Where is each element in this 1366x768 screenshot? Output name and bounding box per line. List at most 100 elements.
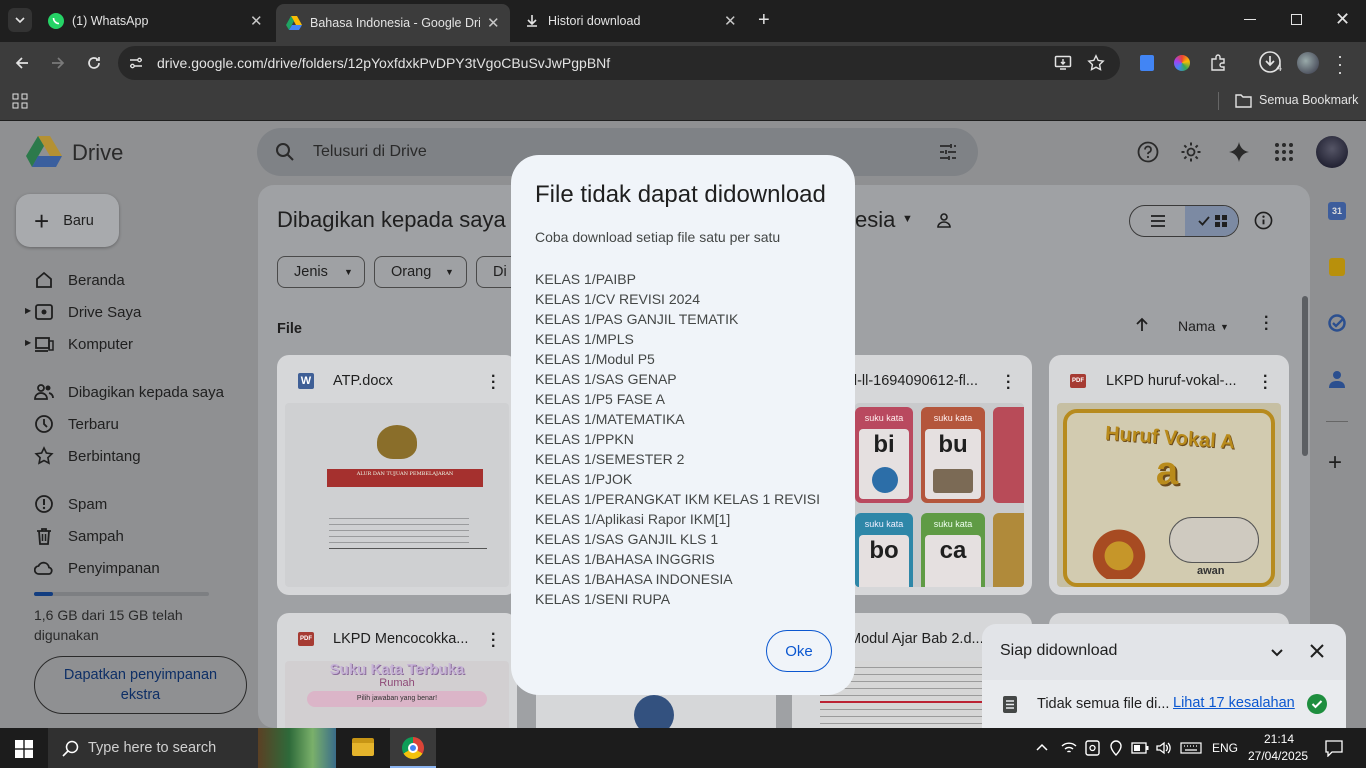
close-tab-icon[interactable]: ✕ bbox=[487, 14, 500, 32]
caret-down-icon[interactable]: ▼ bbox=[1220, 322, 1229, 332]
tasks-app-icon[interactable] bbox=[1328, 314, 1346, 332]
wifi-icon[interactable] bbox=[1061, 740, 1077, 756]
file-card[interactable]: W ATP.docx · · · ALUR DAN TUJUAN PEMBELAJA… bbox=[277, 355, 517, 595]
filter-people-chip[interactable]: Orang ▼ bbox=[374, 256, 467, 288]
file-card[interactable]: PDF LKPD Mencocokka... · · · Suku Kata Ter… bbox=[277, 613, 517, 728]
language-indicator[interactable]: ENG bbox=[1212, 741, 1238, 755]
back-icon[interactable] bbox=[14, 55, 30, 71]
volume-icon[interactable] bbox=[1155, 740, 1171, 756]
nav-recent[interactable]: Terbaru bbox=[34, 412, 119, 436]
settings-gear-icon[interactable] bbox=[1180, 141, 1202, 163]
tab-google-drive[interactable]: Bahasa Indonesia - Google Driv ✕ bbox=[276, 4, 510, 42]
extension-docs-icon[interactable] bbox=[1140, 55, 1154, 71]
address-bar[interactable]: drive.google.com/drive/folders/12pYoxfdx… bbox=[118, 46, 1120, 80]
nav-shared-with-me[interactable]: Dibagikan kepada saya bbox=[34, 380, 224, 404]
file-thumbnail: Suku Kata Terbuka Rumah Pilih jawaban ya… bbox=[285, 661, 509, 728]
home-icon bbox=[36, 271, 52, 288]
chrome-icon bbox=[402, 737, 424, 759]
nav-computers[interactable]: Komputer bbox=[34, 332, 133, 356]
install-app-icon[interactable] bbox=[1054, 54, 1072, 72]
file-thumbnail: ALUR DAN TUJUAN PEMBELAJARAN bbox=[285, 403, 509, 587]
close-panel-icon[interactable] bbox=[1309, 643, 1325, 659]
tray-chevron-icon[interactable] bbox=[1036, 742, 1048, 752]
folder-dropdown-icon[interactable]: ▼ bbox=[902, 213, 913, 225]
breadcrumb-current-folder[interactable]: esia bbox=[855, 207, 895, 233]
browser-menu-icon[interactable]: · · · bbox=[1337, 47, 1343, 81]
profile-avatar[interactable] bbox=[1297, 52, 1319, 74]
get-storage-button[interactable]: Dapatkan penyimpanan ekstra bbox=[34, 656, 247, 714]
search-options-icon[interactable] bbox=[938, 142, 958, 162]
my-drive-icon bbox=[35, 304, 53, 320]
extension-color-icon[interactable] bbox=[1174, 55, 1190, 71]
nav-my-drive[interactable]: Drive Saya bbox=[34, 300, 141, 324]
expand-arrow-icon[interactable]: ▶ bbox=[25, 306, 31, 315]
restore-button[interactable] bbox=[1291, 14, 1302, 25]
add-addon-icon[interactable]: + bbox=[1328, 451, 1342, 475]
notification-icon[interactable] bbox=[1325, 740, 1343, 757]
manage-access-icon[interactable] bbox=[936, 211, 956, 229]
file-card[interactable]: PDF LKPD huruf-vokal-... · · · Huruf Vokal… bbox=[1049, 355, 1289, 595]
filter-modified-chip[interactable]: Di bbox=[476, 256, 516, 288]
keyboard-icon[interactable] bbox=[1180, 742, 1202, 754]
failed-file-item: KELAS 1/BAHASA INDONESIA bbox=[535, 571, 733, 587]
more-options-icon[interactable]: · · · bbox=[1263, 369, 1268, 397]
breadcrumb-shared[interactable]: Dibagikan kepada saya bbox=[277, 207, 513, 233]
clock-date[interactable]: 27/04/2025 bbox=[1248, 749, 1308, 763]
site-info-icon[interactable] bbox=[128, 55, 144, 71]
chrome-taskbar-button[interactable] bbox=[390, 728, 436, 768]
bookmark-star-icon[interactable] bbox=[1087, 54, 1105, 72]
taskbar-search-box[interactable]: Type here to search bbox=[48, 728, 336, 768]
nav-starred[interactable]: Berbintang bbox=[34, 444, 141, 468]
nav-home[interactable]: Beranda bbox=[34, 268, 125, 292]
help-icon[interactable] bbox=[1137, 141, 1159, 163]
downloads-button[interactable]: 4 bbox=[1258, 50, 1286, 76]
file-explorer-icon[interactable] bbox=[352, 738, 374, 756]
apps-grid-icon[interactable] bbox=[12, 93, 28, 109]
sort-by-name[interactable]: Nama bbox=[1178, 318, 1215, 334]
list-view-button[interactable] bbox=[1130, 206, 1185, 236]
tab-whatsapp[interactable]: (1) WhatsApp ✕ bbox=[40, 6, 274, 36]
google-apps-icon[interactable] bbox=[1274, 142, 1294, 162]
ok-button[interactable]: Oke bbox=[766, 630, 832, 672]
minimize-button[interactable] bbox=[1244, 19, 1256, 20]
filter-type-chip[interactable]: Jenis ▼ bbox=[277, 256, 365, 288]
tab-search-button[interactable] bbox=[8, 8, 32, 32]
more-options-icon[interactable]: · · · bbox=[1264, 310, 1269, 338]
more-options-icon[interactable]: · · · bbox=[491, 369, 496, 397]
account-avatar[interactable] bbox=[1316, 136, 1348, 168]
grid-view-button[interactable] bbox=[1185, 206, 1238, 236]
new-button[interactable]: + Baru bbox=[16, 194, 119, 247]
main-scrollbar[interactable] bbox=[1302, 296, 1308, 456]
expand-arrow-icon[interactable]: ▶ bbox=[25, 338, 31, 347]
details-info-icon[interactable] bbox=[1254, 211, 1273, 230]
syllable-card: suku kata bu bbox=[921, 407, 985, 503]
all-bookmarks-link[interactable]: Semua Bookmark bbox=[1259, 93, 1358, 107]
close-window-button[interactable]: ✕ bbox=[1335, 9, 1350, 30]
caret-down-icon: ▼ bbox=[445, 267, 454, 277]
windows-start-icon[interactable] bbox=[15, 740, 33, 758]
star-icon bbox=[34, 446, 54, 465]
extensions-puzzle-icon[interactable] bbox=[1209, 54, 1227, 72]
calendar-app-icon[interactable]: 31 bbox=[1328, 202, 1346, 220]
location-icon[interactable] bbox=[1109, 740, 1123, 756]
collapse-chevron-icon[interactable] bbox=[1269, 644, 1285, 660]
nav-spam[interactable]: Spam bbox=[34, 492, 107, 516]
gemini-sparkle-icon[interactable] bbox=[1228, 141, 1250, 163]
sort-direction-icon[interactable] bbox=[1134, 317, 1150, 333]
nav-trash[interactable]: Sampah bbox=[34, 524, 124, 548]
battery-icon[interactable] bbox=[1131, 742, 1149, 754]
nav-storage[interactable]: Penyimpanan bbox=[34, 556, 160, 580]
keep-app-icon[interactable] bbox=[1329, 258, 1345, 276]
tab-download-history[interactable]: Histori download ✕ bbox=[512, 6, 746, 36]
clock-time[interactable]: 21:14 bbox=[1264, 732, 1294, 746]
meet-now-icon[interactable] bbox=[1085, 740, 1100, 756]
close-tab-icon[interactable]: ✕ bbox=[250, 12, 263, 30]
close-tab-icon[interactable]: ✕ bbox=[724, 12, 737, 30]
forward-icon[interactable] bbox=[50, 55, 66, 71]
more-options-icon[interactable]: · · · bbox=[1006, 369, 1011, 397]
contacts-app-icon[interactable] bbox=[1329, 370, 1345, 388]
new-tab-button[interactable]: + bbox=[758, 9, 770, 32]
reload-icon[interactable] bbox=[86, 55, 102, 71]
more-options-icon[interactable]: · · · bbox=[491, 627, 496, 655]
view-errors-link[interactable]: Lihat 17 kesalahan bbox=[1173, 695, 1295, 711]
